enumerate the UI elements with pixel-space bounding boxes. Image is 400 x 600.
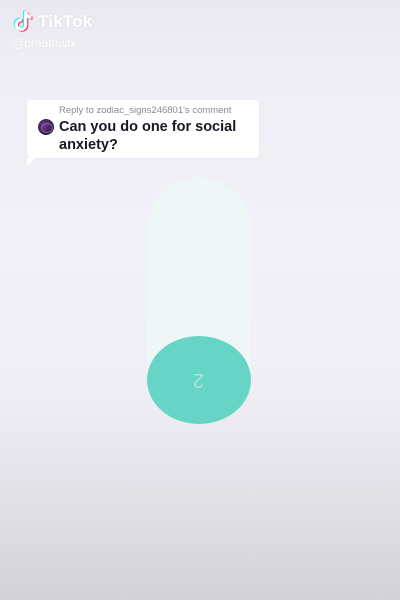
commenter-avatar [38,119,54,135]
breath-indicator-circle: 2 [147,336,251,424]
tiktok-brand-row: TikTok [12,10,92,34]
tiktok-watermark: TikTok @breathwrk [12,10,92,50]
breath-count: 2 [193,369,205,391]
reply-header: Reply to zodiac_signs246801's comment [59,105,232,116]
tiktok-logo-icon [13,10,33,32]
reply-comment-bubble[interactable]: Reply to zodiac_signs246801's comment Ca… [27,100,259,166]
tiktok-brand-name: TikTok [38,12,93,31]
creator-handle: @breathwrk [12,36,77,50]
reply-comment-text: Can you do one for social anxiety? [59,119,237,153]
